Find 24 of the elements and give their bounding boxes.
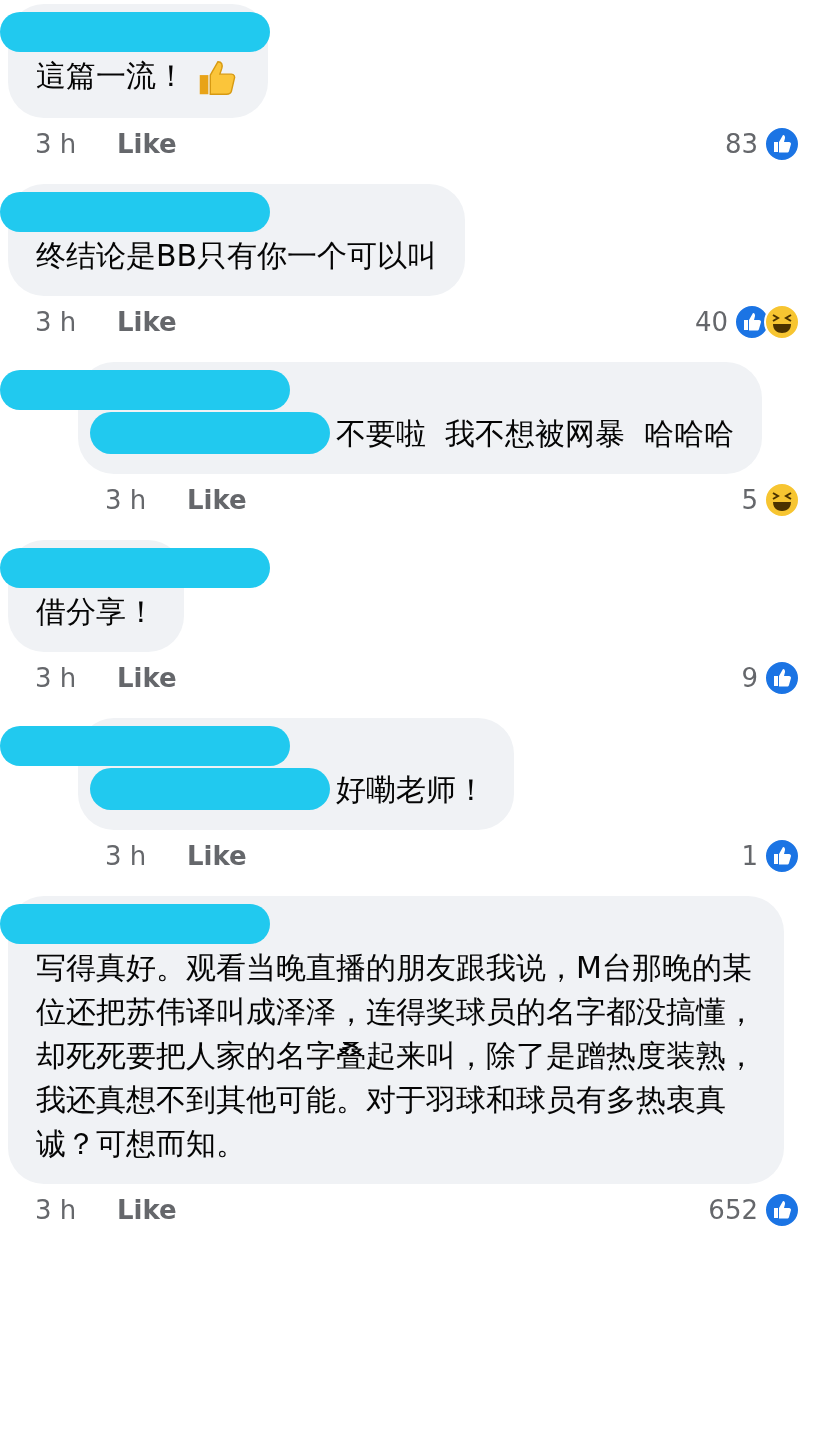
comment-text: 這篇一流！ bbox=[36, 57, 186, 95]
reaction-count[interactable]: 40 bbox=[694, 307, 728, 337]
comment-time: 3 h bbox=[105, 841, 148, 871]
comment-text: 终结论是BB只有你一个可以叫 bbox=[36, 237, 438, 275]
like-link[interactable]: Like bbox=[117, 1195, 177, 1225]
comment-text: 写得真好。观看当晚直播的朋友跟我说，M台那晚的某位还把苏伟译叫成泽泽，连得奖球员的名字都没搞懂，却死死要把人家的名字叠起来叫，除了是蹭热度装熟，我还真想不到其他可能。对于羽球和球员有多热衷真诚？可想而知。 bbox=[36, 949, 756, 1163]
like-link[interactable]: Like bbox=[187, 841, 247, 871]
comment-time: 3 h bbox=[35, 1195, 78, 1225]
like-link[interactable]: Like bbox=[187, 485, 247, 515]
like-link[interactable]: Like bbox=[117, 663, 177, 693]
reaction-count[interactable]: 652 bbox=[708, 1195, 758, 1225]
reaction-count[interactable]: 9 bbox=[741, 663, 758, 693]
comment-text: 借分享！ bbox=[36, 593, 156, 631]
like-link[interactable]: Like bbox=[117, 307, 177, 337]
comment-time: 3 h bbox=[105, 485, 148, 515]
comment-time: 3 h bbox=[35, 307, 78, 337]
comment-text: 不要啦 我不想被网暴 哈哈哈 bbox=[336, 415, 735, 453]
like-link[interactable]: Like bbox=[117, 129, 177, 159]
reaction-count[interactable]: 5 bbox=[741, 485, 758, 515]
comment-time: 3 h bbox=[35, 129, 78, 159]
comment-time: 3 h bbox=[35, 663, 78, 693]
reaction-count[interactable]: 83 bbox=[724, 129, 758, 159]
comment-text: 好嘞老师！ bbox=[336, 771, 486, 809]
reaction-count[interactable]: 1 bbox=[741, 841, 758, 871]
